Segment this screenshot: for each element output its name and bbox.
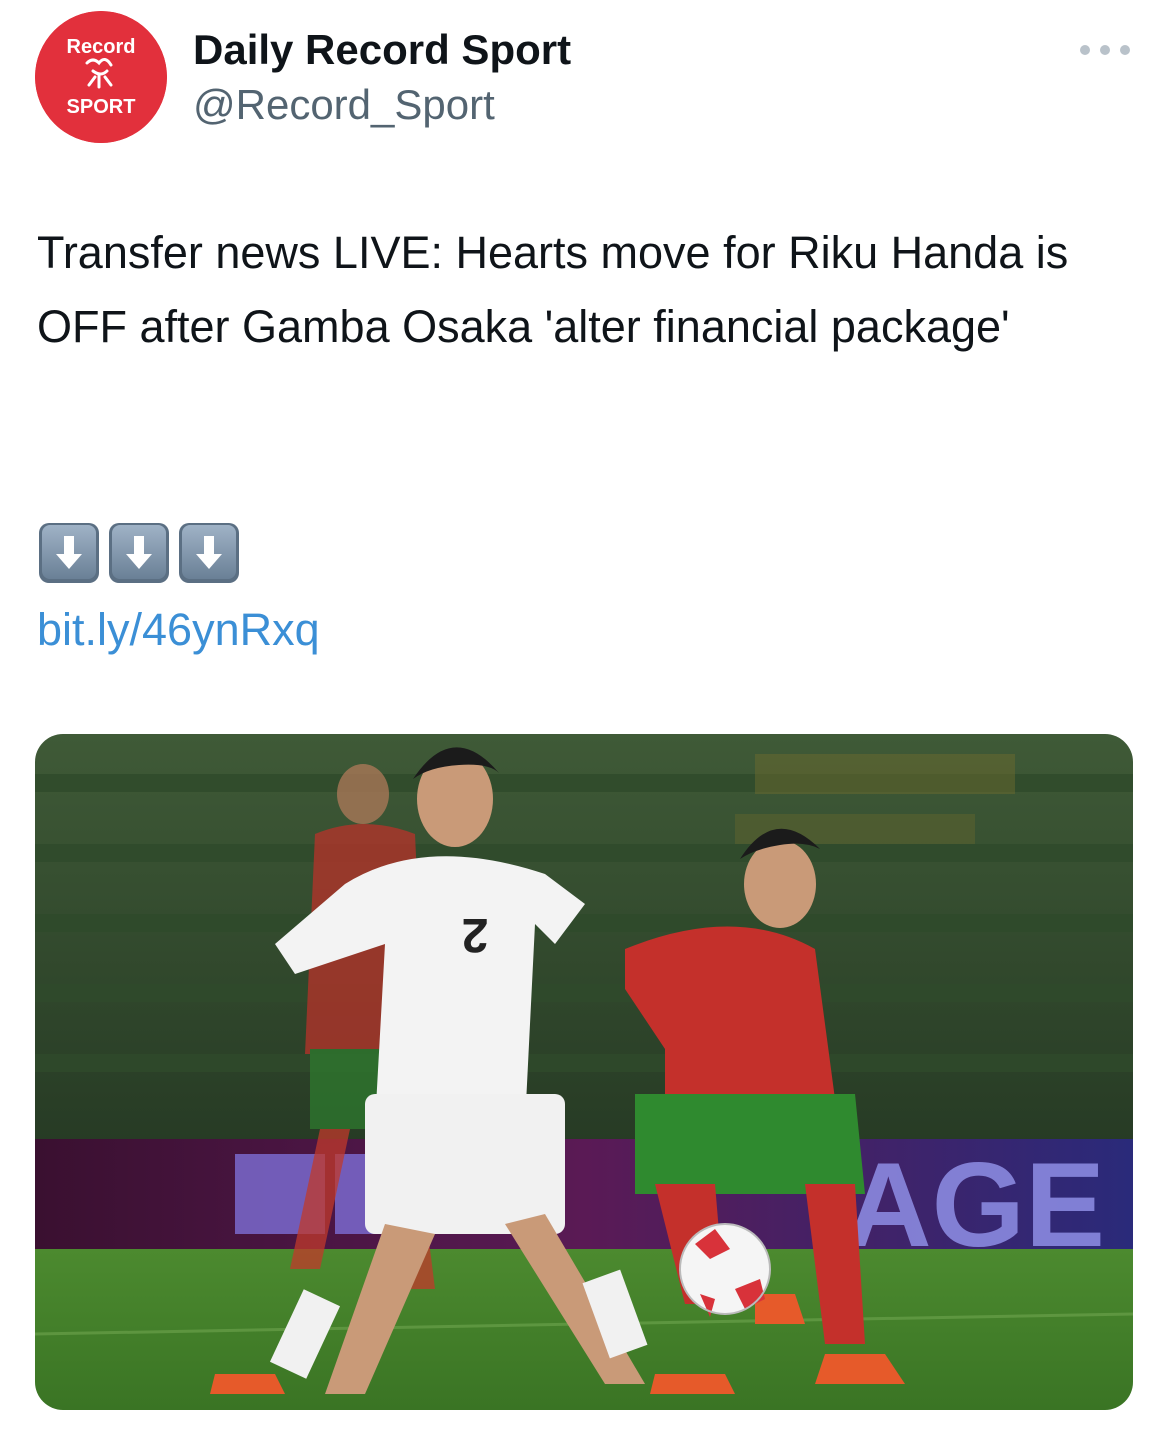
ellipsis-icon xyxy=(1080,45,1090,55)
avatar-text-top: Record xyxy=(67,36,136,58)
display-name[interactable]: Daily Record Sport xyxy=(193,24,571,76)
tweet-text: Transfer news LIVE: Hearts move for Riku… xyxy=(37,227,1069,352)
down-arrow-icon xyxy=(39,523,99,583)
ellipsis-icon xyxy=(1120,45,1130,55)
avatar[interactable]: Record SPORT xyxy=(35,11,167,143)
down-arrow-icon xyxy=(109,523,169,583)
tweet-media-image[interactable]: AGE 2 xyxy=(35,734,1133,1410)
user-handle[interactable]: @Record_Sport xyxy=(193,79,495,131)
ellipsis-icon xyxy=(1100,45,1110,55)
avatar-text-bottom: SPORT xyxy=(67,96,136,118)
more-options-button[interactable] xyxy=(1080,36,1130,64)
tweet-link[interactable]: bit.ly/46ynRxq xyxy=(37,600,320,660)
emoji-row xyxy=(38,522,240,584)
jersey-number: 2 xyxy=(462,908,489,961)
down-arrow-icon xyxy=(179,523,239,583)
